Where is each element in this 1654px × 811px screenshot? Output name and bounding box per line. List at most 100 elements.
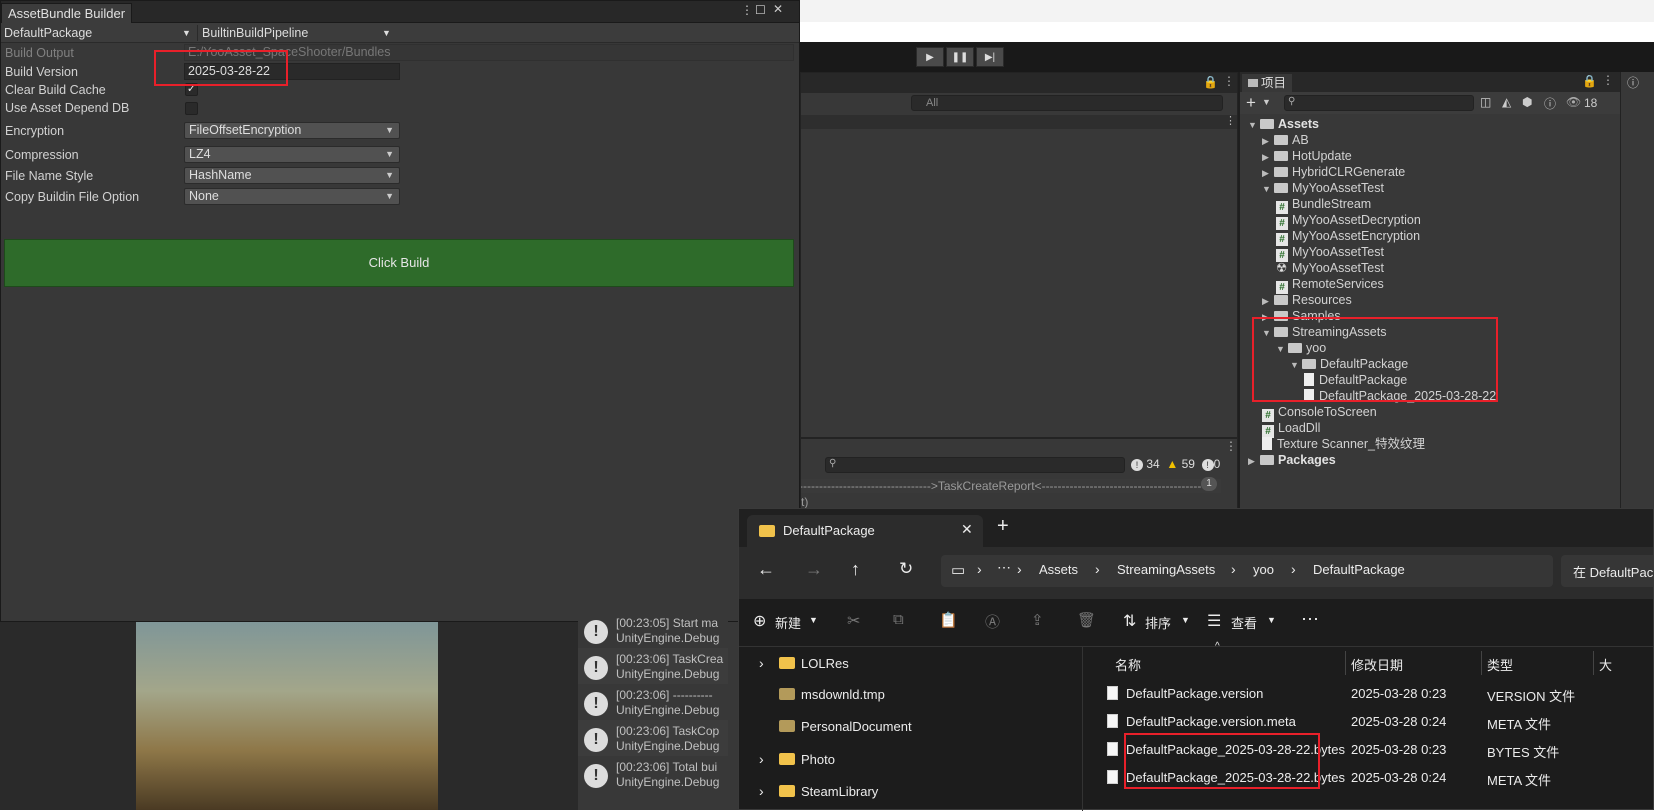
project-tree-item[interactable]: ▼ MyYooAssetTest (1262, 180, 1384, 196)
chevron-down-icon[interactable]: ▼ (1181, 615, 1190, 625)
chevron-down-icon[interactable]: ▼ (1262, 181, 1274, 197)
info-icon[interactable]: ⓘ (1627, 74, 1639, 91)
chevron-down-icon[interactable]: ▼ (1267, 615, 1276, 625)
up-icon[interactable]: ↑ (851, 559, 860, 580)
more-icon[interactable]: ⋮ (1225, 439, 1237, 453)
breadcrumb-streamingassets[interactable]: StreamingAssets (1117, 562, 1215, 577)
file-row[interactable]: DefaultPackage.version.meta 2025-03-28 0:… (1085, 709, 1653, 735)
filter-type-icon[interactable]: ◫ (1480, 95, 1491, 109)
chevron-right-icon[interactable]: › (759, 751, 779, 767)
back-icon[interactable]: ← (757, 559, 775, 580)
console-entry[interactable]: ! [00:23:06] Total bui UnityEngine.Debug (578, 756, 728, 794)
chevron-right-icon[interactable]: › (759, 655, 779, 671)
column-divider[interactable] (1345, 651, 1346, 675)
chevron-right-icon[interactable]: › (759, 783, 779, 799)
sidebar-item[interactable]: PersonalDocument (759, 719, 912, 734)
warn-count-toggle[interactable]: ▲ 59 (1166, 457, 1195, 471)
project-search-input[interactable]: ⚲ (1284, 95, 1474, 111)
project-tree-item[interactable]: ▼ Assets (1248, 116, 1319, 132)
click-build-button[interactable]: Click Build (4, 239, 794, 287)
project-tree-item[interactable]: ▶ HotUpdate (1262, 148, 1352, 164)
tab-project[interactable]: 项目 (1242, 74, 1293, 92)
step-button[interactable]: ▶| (976, 47, 1004, 67)
project-tree-item[interactable]: # RemoteServices (1276, 276, 1384, 294)
pause-button[interactable]: ❚❚ (946, 47, 974, 67)
encryption-dropdown[interactable]: FileOffsetEncryption ▼ (184, 122, 400, 139)
column-divider[interactable] (1481, 651, 1482, 675)
file-row[interactable]: DefaultPackage.version 2025-03-28 0:23 VER… (1085, 681, 1653, 707)
info-count-toggle[interactable]: ! 34 (1131, 457, 1160, 471)
warning-filter-icon[interactable]: ⓘ (1544, 95, 1556, 112)
chevron-right-icon[interactable]: ▶ (1262, 293, 1274, 309)
file-name-style-dropdown[interactable]: HashName ▼ (184, 167, 400, 184)
sidebar-item[interactable]: › LOLRes (759, 655, 849, 671)
project-tree-item[interactable]: # BundleStream (1276, 196, 1371, 214)
project-tree-item[interactable]: ☢ MyYooAssetTest (1276, 260, 1384, 276)
maximize-icon[interactable]: ☐ (755, 3, 766, 17)
more-options-icon[interactable]: ⋯ (1301, 609, 1319, 630)
share-icon[interactable]: ⇪ (1031, 611, 1044, 629)
chevron-down-icon[interactable]: ▼ (1262, 97, 1271, 107)
project-tree-item[interactable]: # MyYooAssetEncryption (1276, 228, 1420, 246)
column-date[interactable]: 修改日期 (1351, 655, 1403, 674)
console-search-input[interactable]: ⚲ (825, 457, 1125, 473)
column-type[interactable]: 类型 (1487, 655, 1513, 674)
project-tree-item[interactable]: # MyYooAssetDecryption (1276, 212, 1421, 230)
filter-label-icon[interactable]: ◭ (1502, 95, 1511, 109)
breadcrumb-defaultpackage[interactable]: DefaultPackage (1313, 562, 1405, 577)
console-entry[interactable]: ! [00:23:06] TaskCop UnityEngine.Debug (578, 720, 728, 758)
sidebar-item[interactable]: › Photo (759, 751, 835, 767)
console-entry[interactable]: ! [00:23:06] ---------- UnityEngine.Debug (578, 684, 728, 722)
explorer-tab[interactable]: DefaultPackage ✕ (747, 515, 983, 547)
lock-icon[interactable]: 🔒 (1203, 75, 1218, 89)
chevron-right-icon[interactable]: ▶ (1262, 133, 1274, 149)
project-tree-item[interactable]: Texture Scanner_特效纹理 (1262, 436, 1425, 452)
sidebar-item[interactable]: › SteamLibrary (759, 783, 878, 799)
window-tab[interactable]: AssetBundle Builder (1, 3, 133, 23)
pipeline-dropdown[interactable]: BuiltinBuildPipeline ▼ (197, 25, 393, 41)
tag-icon[interactable]: ⬢ (1522, 95, 1532, 109)
eye-icon[interactable]: 👁 (1566, 95, 1581, 109)
play-button[interactable]: ▶ (916, 47, 944, 67)
add-icon[interactable]: + (1246, 93, 1256, 113)
chevron-right-icon[interactable]: ▶ (1248, 453, 1260, 469)
more-icon[interactable]: ⋮ (1225, 114, 1236, 127)
rename-icon[interactable]: Ⓐ (985, 611, 1000, 632)
lock-icon[interactable]: 🔒 (1582, 74, 1597, 88)
sort-button[interactable]: 排序 (1145, 613, 1171, 632)
scene-search-input[interactable]: All (911, 95, 1223, 111)
breadcrumb-yoo[interactable]: yoo (1253, 562, 1274, 577)
console-log-line[interactable]: ----------------------------------------… (801, 479, 1221, 493)
chevron-down-icon[interactable]: ▼ (809, 615, 818, 625)
breadcrumb-assets[interactable]: Assets (1039, 562, 1078, 577)
overflow-icon[interactable]: ⋯ (997, 559, 1011, 576)
explorer-search-input[interactable]: 在 DefaultPac (1561, 555, 1653, 587)
chevron-right-icon[interactable]: ▶ (1262, 165, 1274, 181)
use-depend-checkbox[interactable] (185, 102, 198, 115)
address-bar[interactable]: ▭ › ⋯ › Assets › StreamingAssets › yoo ›… (941, 555, 1553, 587)
refresh-icon[interactable]: ↻ (899, 559, 913, 579)
column-size[interactable]: 大 (1599, 655, 1612, 674)
copy-icon[interactable]: ⧉ (893, 611, 904, 628)
more-icon[interactable]: ⋮ (741, 3, 753, 17)
console-entry[interactable]: ! [00:23:06] TaskCrea UnityEngine.Debug (578, 648, 728, 686)
project-tree-item[interactable]: ▶ Resources (1262, 292, 1352, 308)
cut-icon[interactable]: ✂ (847, 611, 860, 631)
project-tree-item[interactable]: # MyYooAssetTest (1276, 244, 1384, 262)
error-count-toggle[interactable]: ! 0 (1201, 457, 1220, 471)
more-icon[interactable]: ⋮ (1602, 73, 1614, 87)
copy-option-dropdown[interactable]: None ▼ (184, 188, 400, 205)
package-dropdown[interactable]: DefaultPackage ▼ (4, 25, 194, 41)
chevron-right-icon[interactable]: ▶ (1262, 149, 1274, 165)
column-divider[interactable] (1593, 651, 1594, 675)
project-tree-item[interactable]: # ConsoleToScreen (1262, 404, 1377, 422)
project-tree-item[interactable]: ▶ AB (1262, 132, 1309, 148)
project-tree-item[interactable]: ▶ Packages (1248, 452, 1336, 468)
delete-icon[interactable]: 🗑 (1077, 611, 1096, 629)
compression-dropdown[interactable]: LZ4 ▼ (184, 146, 400, 163)
console-entry[interactable]: ! [00:23:05] Start ma UnityEngine.Debug (578, 612, 728, 650)
chevron-down-icon[interactable]: ▼ (1248, 117, 1260, 133)
column-name[interactable]: 名称 (1115, 655, 1141, 674)
more-icon[interactable]: ⋮ (1223, 74, 1235, 88)
project-tree-item[interactable]: # LoadDll (1262, 420, 1320, 438)
